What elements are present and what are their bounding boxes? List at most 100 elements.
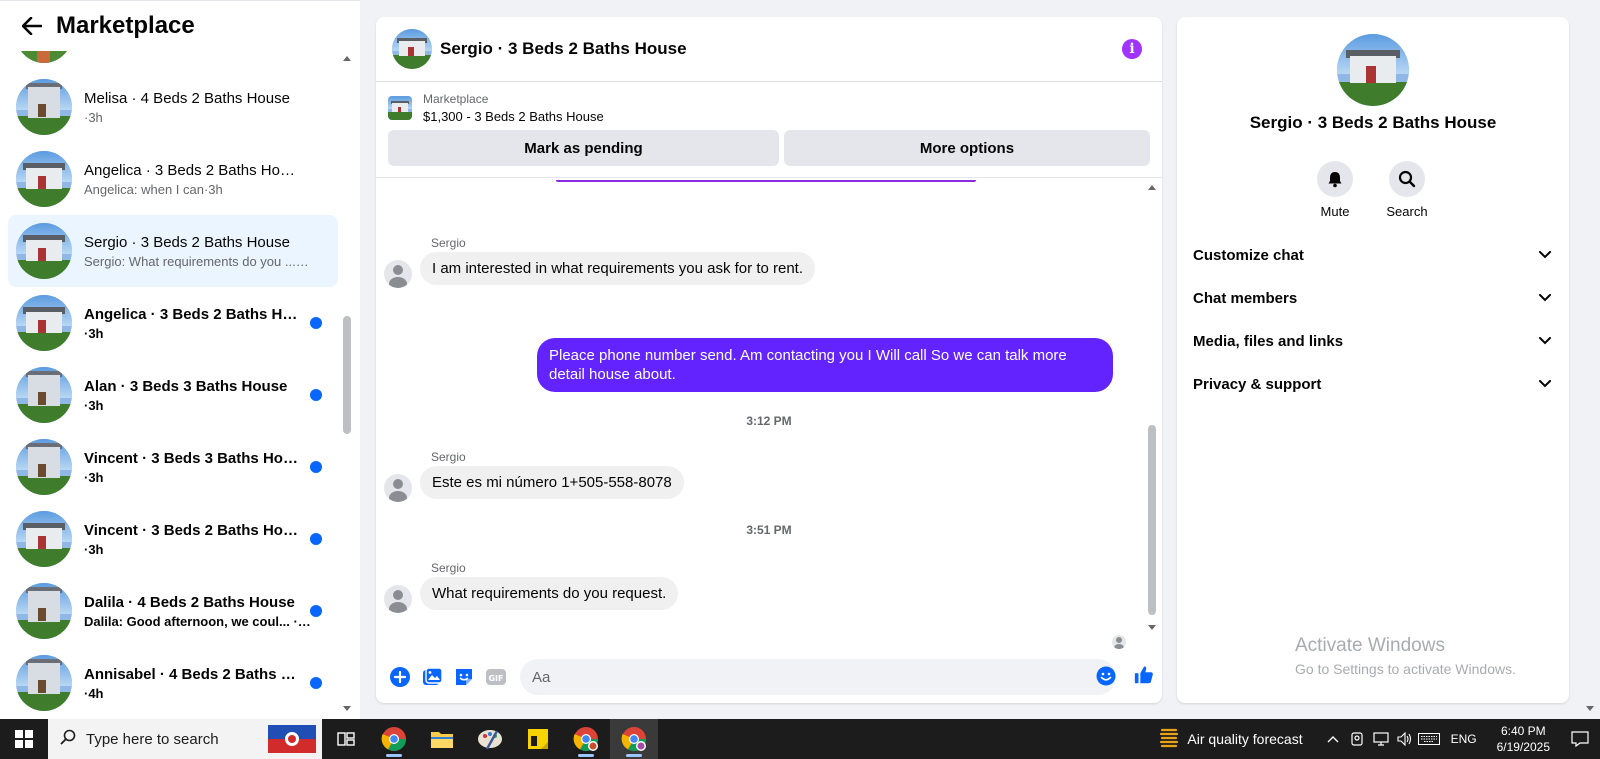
conversation-text: Vincent · 3 Beds 3 Baths House ·3h [84,450,299,485]
conversation-info-panel: Sergio · 3 Beds 2 Baths House Mute Searc… [1177,17,1569,703]
message-input[interactable] [520,659,1116,695]
network-icon[interactable] [1370,728,1392,750]
emoji-icon[interactable] [1095,665,1117,687]
search-button[interactable]: Search [1372,161,1442,219]
conversation-preview: ·3h [84,325,104,341]
back-arrow-icon[interactable] [20,14,44,38]
volume-icon[interactable] [1394,728,1416,750]
conversation-item[interactable]: Vincent · 3 Beds 3 Baths House ·3h [8,431,338,503]
listing-actions: Mark as pending More options [388,130,1150,166]
scroll-down-arrow-icon[interactable] [1148,625,1156,630]
page-scroll-down-arrow-icon[interactable] [1586,706,1594,711]
taskbar-search-placeholder: Type here to search [86,730,219,748]
taskbar-search-box[interactable]: Type here to search [48,719,322,759]
seen-indicator-avatar [1112,635,1126,649]
clock-time: 6:40 PM [1500,724,1546,738]
scroll-up-arrow-icon[interactable] [343,56,351,61]
listing-price: $1,300 - 3 Beds 2 Baths House [423,109,604,124]
chrome-active-icon[interactable] [610,719,658,759]
conversation-item[interactable]: Sergio · 3 Beds 2 Baths House Sergio: Wha… [8,215,338,287]
profile-avatar[interactable] [1337,34,1409,106]
scrollbar-thumb[interactable] [343,316,351,434]
conversation-text: Annisabel · 4 Beds 2 Baths Ho... ·4h [84,666,299,701]
section-label: Chat members [1193,289,1298,307]
conversation-preview: ·3h [84,397,104,413]
sidebar-scrollbar[interactable] [341,51,353,711]
activate-windows-watermark: Activate Windows Go to Settings to activ… [1295,635,1516,677]
conversation-text: Angelica · 3 Beds 2 Baths House ·3h [84,306,299,341]
sticker-icon[interactable] [453,666,475,688]
conversation-item[interactable]: Alan · 3 Beds 3 Baths House ·3h [8,359,338,431]
message-scrollbar[interactable] [1146,180,1158,630]
outgoing-message[interactable]: Pleace phone number send. Am contacting … [537,338,1113,392]
message-composer: GIF [376,654,1162,700]
sender-avatar[interactable] [384,474,412,502]
conversation-item[interactable]: Melisa · 4 Beds 2 Baths House ·3h [8,71,338,143]
task-view-icon[interactable] [322,719,370,759]
conversation-item[interactable]: Dalila · 4 Beds 2 Baths House Dalila: Goo… [8,575,338,647]
conversation-preview: ·3h [84,469,104,485]
incoming-message[interactable]: What requirements do you request. [420,577,679,610]
privacy-support-section[interactable]: Privacy & support [1193,364,1553,404]
incoming-message[interactable]: I am interested in what requirements you… [420,252,816,285]
photo-icon[interactable] [421,666,443,688]
chat-avatar[interactable] [392,29,432,69]
conversation-item[interactable]: Annisabel · 4 Beds 2 Baths Ho... ·4h [8,647,338,719]
scrollbar-thumb[interactable] [1148,425,1156,615]
conversation-avatar [16,79,72,135]
conversation-text: Dalila · 4 Beds 2 Baths House Dalila: Goo… [84,594,312,629]
previous-message-edge [556,180,976,182]
mute-button[interactable]: Mute [1300,161,1370,219]
air-quality-icon [1159,727,1179,752]
paint-app-icon[interactable] [466,719,514,759]
chrome-profile-icon[interactable] [562,719,610,759]
conversation-avatar [16,223,72,279]
gif-icon[interactable]: GIF [485,666,507,688]
more-options-button[interactable]: More options [783,130,1150,166]
listing-thumbnail [388,96,412,120]
sender-avatar[interactable] [384,260,412,288]
conversation-preview: ·3h [84,541,104,557]
listing-meta: Marketplace $1,300 - 3 Beds 2 Baths Hous… [423,92,604,124]
language-indicator[interactable]: ENG [1451,732,1477,746]
conversation-avatar [16,439,72,495]
notification-icon[interactable] [1560,719,1600,759]
svg-text:GIF: GIF [488,674,503,683]
plus-icon[interactable] [389,666,411,688]
media-files-links-section[interactable]: Media, files and links [1193,321,1553,361]
sidebar-title: Marketplace [56,12,195,39]
conversation-item[interactable]: Angelica · 3 Beds 2 Baths House Angelica:… [8,143,338,215]
listing-category: Marketplace [423,92,489,106]
keyboard-icon[interactable] [1417,728,1440,750]
chevron-up-icon[interactable] [1322,728,1344,750]
sender-avatar[interactable] [384,585,412,613]
chevron-down-icon [1537,333,1553,349]
flag-highlight-icon[interactable] [266,723,318,755]
conversation-item[interactable]: Vincent · 3 Beds 2 Baths House ·3h [8,503,338,575]
chat-members-section[interactable]: Chat members [1193,278,1553,318]
scroll-up-arrow-icon[interactable] [1148,185,1156,190]
thumbs-up-icon[interactable] [1133,664,1155,686]
conversation-name: Angelica · 3 Beds 2 Baths House [84,305,299,323]
conversation-name: Angelica · 3 Beds 2 Baths House [84,161,299,179]
file-explorer-icon[interactable] [418,719,466,759]
mark-as-pending-button[interactable]: Mark as pending [388,130,779,166]
unread-dot [310,533,322,545]
sticky-notes-icon[interactable] [514,719,562,759]
activate-windows-title: Activate Windows [1295,635,1445,656]
meet-camera-icon[interactable] [1346,728,1368,750]
conversation-item[interactable]: Angelica · 3 Beds 2 Baths House ·3h [8,287,338,359]
customize-chat-section[interactable]: Customize chat [1193,235,1553,275]
marketplace-sidebar: ·3hMelisa · 4 Beds 2 Baths House·3hAngel… [0,0,360,719]
scroll-down-arrow-icon[interactable] [343,706,351,711]
weather-widget[interactable]: Air quality forecast [1159,727,1303,752]
search-icon [1389,161,1425,197]
windows-start-icon[interactable] [0,719,48,759]
clock[interactable]: 6:40 PM 6/19/2025 [1497,723,1550,755]
listing-summary[interactable]: Marketplace $1,300 - 3 Beds 2 Baths Hous… [388,92,1150,124]
chat-title[interactable]: Sergio · 3 Beds 2 Baths House [440,39,687,59]
info-icon[interactable]: i [1122,39,1142,59]
conversation-text: Alan · 3 Beds 3 Baths House ·3h [84,378,287,413]
chrome-icon[interactable] [370,719,418,759]
incoming-message[interactable]: Este es mi número 1+505-558-8078 [420,466,684,499]
